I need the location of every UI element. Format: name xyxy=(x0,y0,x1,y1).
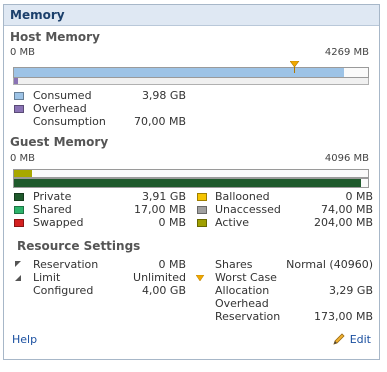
help-link[interactable]: Help xyxy=(12,333,37,346)
pencil-icon xyxy=(333,333,345,345)
overhead-label: Overhead xyxy=(33,102,87,115)
swapped-swatch xyxy=(14,219,24,227)
shares-value: Normal (40960) xyxy=(286,258,373,271)
host-memory-title: Host Memory xyxy=(10,30,100,44)
host-overhead-bar xyxy=(13,78,369,85)
ballooned-label: Ballooned xyxy=(215,190,270,203)
edit-button[interactable]: Edit xyxy=(332,332,371,346)
guest-memory-title: Guest Memory xyxy=(10,135,109,149)
host-marker-icon xyxy=(290,61,300,73)
overhead-label: Overhead xyxy=(215,297,269,310)
private-swatch xyxy=(14,193,24,201)
reservation-value: 0 MB xyxy=(158,258,186,271)
resource-settings-title: Resource Settings xyxy=(17,239,141,253)
overhead-reservation-value: 173,00 MB xyxy=(313,310,373,323)
panel-title: Memory xyxy=(4,5,379,26)
guest-active-bar xyxy=(13,169,369,178)
shares-label: Shares xyxy=(215,258,253,271)
guest-active-fill xyxy=(14,170,32,177)
guest-memory-bar xyxy=(13,178,369,188)
unaccessed-label: Unaccessed xyxy=(215,203,281,216)
shared-swatch xyxy=(14,206,24,214)
worst-case-label: Worst Case xyxy=(215,271,277,284)
reservation-label: Reservation xyxy=(33,258,99,271)
unaccessed-value: 74,00 MB xyxy=(320,203,373,216)
host-scale-max: 4269 MB xyxy=(324,47,369,58)
consumption-value: 70,00 MB xyxy=(133,115,186,128)
allocation-label: Allocation xyxy=(215,284,270,297)
private-label: Private xyxy=(33,190,72,203)
guest-private-fill xyxy=(14,179,361,187)
configured-label: Configured xyxy=(33,284,94,297)
swapped-label: Swapped xyxy=(33,216,84,229)
ballooned-value: 0 MB xyxy=(345,190,373,203)
shared-value: 17,00 MB xyxy=(133,203,186,216)
guest-scale-max: 4096 MB xyxy=(324,153,369,164)
consumed-label: Consumed xyxy=(33,89,92,102)
overhead-swatch xyxy=(14,105,24,113)
shared-label: Shared xyxy=(33,203,72,216)
consumed-value: 3,98 GB xyxy=(141,89,186,102)
reservation-marker-icon xyxy=(15,261,21,267)
active-swatch xyxy=(197,219,207,227)
overhead-reservation-label: Reservation xyxy=(215,310,281,323)
swapped-value: 0 MB xyxy=(158,216,186,229)
unaccessed-swatch xyxy=(197,206,207,214)
edit-label: Edit xyxy=(349,332,371,346)
limit-marker-icon xyxy=(15,275,21,281)
host-memory-bar xyxy=(13,67,369,78)
guest-scale-min: 0 MB xyxy=(10,153,36,164)
configured-value: 4,00 GB xyxy=(141,284,186,297)
host-scale-min: 0 MB xyxy=(10,47,36,58)
active-value: 204,00 MB xyxy=(313,216,373,229)
worst-case-marker-icon xyxy=(196,275,205,282)
consumed-swatch xyxy=(14,92,24,100)
host-overhead-fill xyxy=(14,78,18,84)
memory-panel: Memory Host Memory 0 MB 4269 MB Consumed… xyxy=(3,4,380,360)
limit-value: Unlimited xyxy=(133,271,186,284)
limit-label: Limit xyxy=(33,271,61,284)
ballooned-swatch xyxy=(197,193,207,201)
private-value: 3,91 GB xyxy=(141,190,186,203)
worst-case-allocation-value: 3,29 GB xyxy=(328,284,373,297)
consumption-label: Consumption xyxy=(33,115,106,128)
active-label: Active xyxy=(215,216,250,229)
